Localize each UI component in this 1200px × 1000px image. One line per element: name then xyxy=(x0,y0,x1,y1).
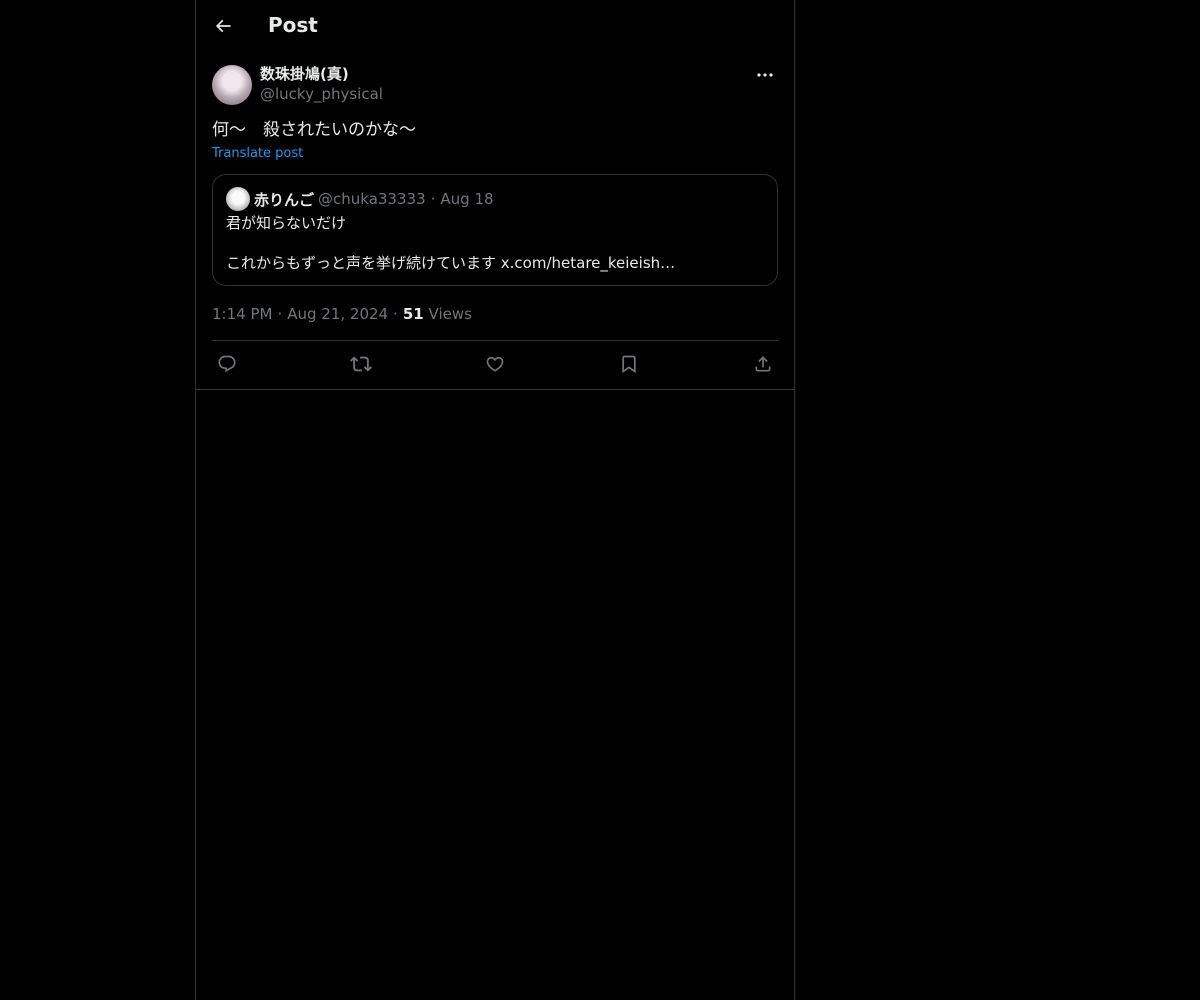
author-avatar[interactable] xyxy=(212,65,252,105)
translate-post-link[interactable]: Translate post xyxy=(212,144,303,164)
quoted-line-1: 君が知らないだけ xyxy=(226,214,347,232)
post-divider xyxy=(196,389,794,390)
arrow-left-icon xyxy=(213,16,233,36)
quoted-author-display-name[interactable]: 赤りんご xyxy=(254,189,314,210)
reply-icon xyxy=(217,354,237,374)
author-names: 数珠掛鳩(真) @lucky_physical xyxy=(260,64,383,104)
action-bar xyxy=(212,341,778,387)
post: 数珠掛鳩(真) @lucky_physical 何〜 殺されたいのかな〜 Tra… xyxy=(196,64,794,387)
repost-icon xyxy=(350,353,372,375)
like-button[interactable] xyxy=(484,353,506,375)
quoted-line-2: これからもずっと声を挙げ続けています x.com/hetare_keieish… xyxy=(226,254,676,272)
bookmark-icon xyxy=(619,354,639,374)
quoted-author-avatar[interactable] xyxy=(226,187,250,211)
quoted-separator: · xyxy=(430,190,436,208)
quoted-author-handle[interactable]: @chuka33333 xyxy=(318,190,426,208)
post-date[interactable]: Aug 21, 2024 xyxy=(287,305,388,323)
repost-button[interactable] xyxy=(350,353,372,375)
main-column: Post 数珠掛鳩(真) @lucky_physical 何〜 殺されたいのかな… xyxy=(195,0,795,1000)
quoted-post-header: 赤りんご @chuka33333 · Aug 18 xyxy=(226,187,764,211)
more-horizontal-icon xyxy=(757,72,773,78)
author-handle[interactable]: @lucky_physical xyxy=(260,84,383,104)
bookmark-button[interactable] xyxy=(618,353,640,375)
quoted-post[interactable]: 赤りんご @chuka33333 · Aug 18 君が知らないだけ これからも… xyxy=(212,174,778,286)
reply-button[interactable] xyxy=(216,353,238,375)
quoted-line-gap xyxy=(226,233,764,253)
meta-separator: · xyxy=(277,305,283,323)
quoted-post-body: 君が知らないだけ これからもずっと声を挙げ続けています x.com/hetare… xyxy=(226,213,764,273)
back-button[interactable] xyxy=(206,9,240,43)
share-button[interactable] xyxy=(752,353,774,375)
post-time[interactable]: 1:14 PM xyxy=(212,305,272,323)
views-label: Views xyxy=(428,305,472,323)
share-icon xyxy=(753,354,773,374)
page-title: Post xyxy=(268,13,318,37)
meta-separator: · xyxy=(393,305,398,323)
views-count: 51 xyxy=(402,305,424,323)
more-options-button[interactable] xyxy=(752,64,778,86)
author-display-name[interactable]: 数珠掛鳩(真) xyxy=(260,64,383,84)
like-icon xyxy=(485,354,505,374)
top-bar: Post xyxy=(196,0,794,54)
quoted-date[interactable]: Aug 18 xyxy=(440,190,493,208)
post-meta: 1:14 PM · Aug 21, 2024 · 51 Views xyxy=(212,304,778,341)
author-row: 数珠掛鳩(真) @lucky_physical xyxy=(212,64,778,116)
post-text: 何〜 殺されたいのかな〜 xyxy=(212,120,416,140)
